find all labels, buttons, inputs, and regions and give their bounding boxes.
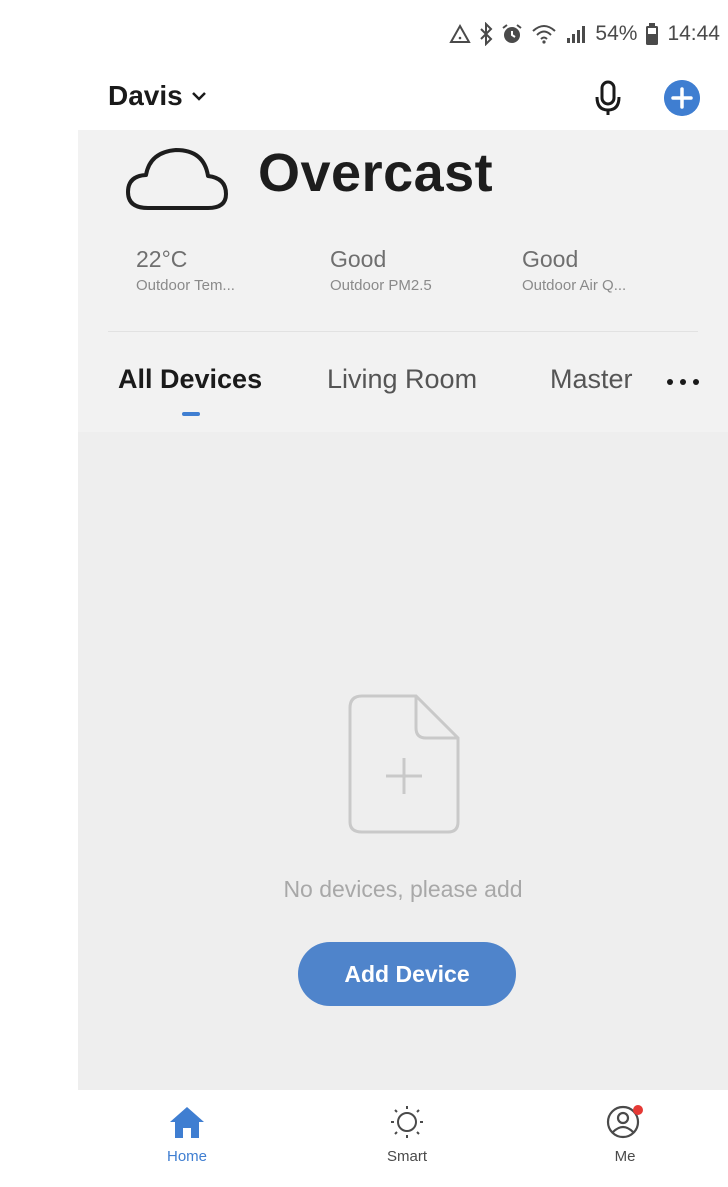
app-screen: Davis Overcast 22°C Outdoor Tem... Good … bbox=[78, 68, 728, 1187]
stat-value: Good bbox=[522, 246, 579, 272]
battery-icon bbox=[646, 23, 659, 45]
weather-condition: Overcast bbox=[258, 143, 494, 203]
top-bar: Davis bbox=[78, 68, 728, 130]
weather-stat-temperature: 22°C Outdoor Tem... bbox=[136, 245, 235, 294]
tab-master[interactable]: Master bbox=[550, 364, 633, 395]
cloud-icon bbox=[126, 148, 228, 210]
sun-icon bbox=[391, 1106, 423, 1138]
clock-time: 14:44 bbox=[667, 22, 720, 45]
stat-label: Outdoor PM2.5 bbox=[330, 277, 432, 294]
stat-value: 22°C bbox=[136, 246, 188, 272]
divider bbox=[108, 331, 698, 332]
nav-smart-label: Smart bbox=[386, 1148, 427, 1165]
wifi-icon bbox=[532, 25, 557, 44]
warning-icon bbox=[449, 23, 472, 43]
weather-stat-air-quality: Good Outdoor Air Q... bbox=[522, 245, 626, 294]
room-tabs: All Devices Living Room Master bbox=[78, 340, 728, 432]
home-selector[interactable]: Davis bbox=[108, 80, 207, 112]
nav-me-label: Me bbox=[614, 1148, 636, 1165]
signal-icon bbox=[567, 26, 586, 43]
stat-label: Outdoor Air Q... bbox=[522, 277, 627, 294]
weather-stat-pm25: Good Outdoor PM2.5 bbox=[330, 245, 432, 294]
chevron-down-icon bbox=[191, 92, 206, 101]
notification-dot bbox=[633, 1105, 643, 1115]
home-name: Davis bbox=[108, 80, 183, 111]
stat-label: Outdoor Tem... bbox=[136, 277, 235, 294]
nav-home-label: Home bbox=[166, 1148, 207, 1165]
bottom-navigation: Home Smart Me bbox=[78, 1090, 728, 1187]
battery-percent: 54% bbox=[595, 22, 638, 45]
active-tab-indicator bbox=[182, 412, 200, 416]
empty-document-icon bbox=[348, 694, 460, 834]
left-edge-area bbox=[0, 0, 77, 1187]
add-device-button[interactable]: Add Device bbox=[298, 942, 516, 1006]
status-icons: 54% 14:44 bbox=[449, 20, 720, 48]
alarm-icon bbox=[502, 24, 523, 43]
stat-value: Good bbox=[330, 246, 387, 272]
profile-icon bbox=[606, 1105, 643, 1139]
nav-home[interactable]: Home bbox=[132, 1104, 242, 1165]
device-list-area: No devices, please add Add Device bbox=[78, 432, 728, 1090]
empty-state-message: No devices, please add bbox=[283, 876, 523, 902]
tab-living-room[interactable]: Living Room bbox=[327, 364, 477, 395]
nav-me[interactable]: Me bbox=[570, 1104, 680, 1165]
more-icon[interactable] bbox=[664, 376, 702, 388]
status-bar: 54% 14:44 bbox=[0, 0, 728, 68]
bluetooth-icon bbox=[480, 22, 493, 46]
nav-smart[interactable]: Smart bbox=[352, 1104, 462, 1165]
add-icon[interactable] bbox=[664, 80, 700, 116]
weather-panel: Overcast 22°C Outdoor Tem... Good Outdoo… bbox=[78, 130, 728, 340]
tab-all-devices[interactable]: All Devices bbox=[118, 364, 262, 395]
home-icon bbox=[170, 1107, 204, 1138]
microphone-icon[interactable] bbox=[590, 78, 626, 118]
